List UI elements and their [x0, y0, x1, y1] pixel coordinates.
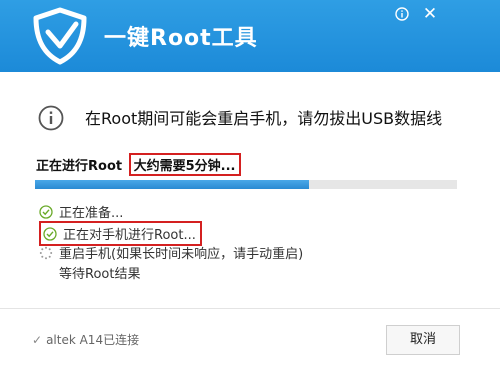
info-icon[interactable]: [390, 3, 414, 25]
device-status: ✓ altek A14已连接: [32, 331, 139, 348]
close-icon[interactable]: ✕: [418, 3, 442, 25]
progress-bar: [35, 180, 457, 189]
step-label: 正在对手机进行Root...: [63, 228, 196, 243]
shield-logo-icon: [33, 7, 87, 65]
title-bar: 一键Root工具 ✕: [0, 0, 500, 72]
step-label: 重启手机(如果长时间未响应，请手动重启): [59, 247, 304, 262]
status-line: 正在进行Root 大约需要5分钟...: [36, 153, 241, 176]
step-label: 正在准备...: [59, 206, 124, 221]
check-circle-icon: [39, 205, 53, 219]
step-reboot: 重启手机(如果长时间未响应，请手动重启): [39, 243, 303, 262]
cancel-button[interactable]: 取消: [386, 325, 460, 355]
step-wait-result: 等待Root结果: [59, 263, 140, 282]
step-preparing: 正在准备...: [39, 202, 123, 221]
status-label: 正在进行Root: [36, 159, 123, 174]
app-title: 一键Root工具: [104, 26, 258, 51]
progress-fill: [35, 180, 310, 189]
info-circle-icon: [38, 105, 64, 131]
status-estimate: 大约需要5分钟...: [128, 153, 241, 176]
loading-spinner-icon: [39, 246, 53, 260]
footer-divider: [0, 308, 500, 309]
device-status-text: altek A14已连接: [46, 333, 140, 347]
notice-text: 在Root期间可能会重启手机，请勿拔出USB数据线: [85, 109, 443, 128]
check-circle-icon: [43, 227, 57, 241]
step-label: 等待Root结果: [59, 267, 141, 282]
check-mark-icon: ✓: [32, 333, 43, 347]
